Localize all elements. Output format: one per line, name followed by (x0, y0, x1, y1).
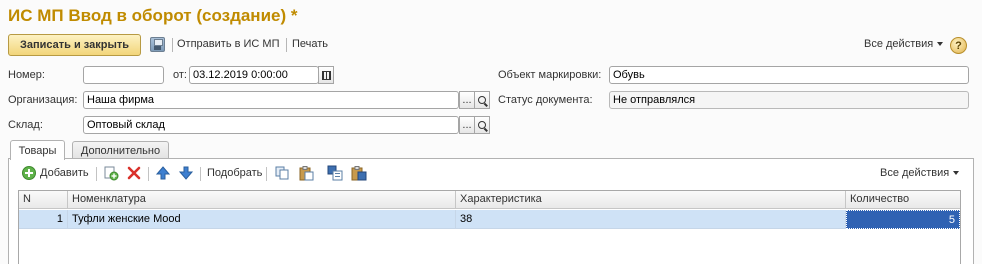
pick-button[interactable]: Подобрать (207, 167, 262, 179)
window-title: ИС МП Ввод в оборот (создание) * (8, 6, 298, 25)
table-cell-n[interactable]: 1 (19, 210, 68, 229)
add-icon[interactable] (21, 165, 37, 181)
grid-all-actions-label: Все действия (880, 167, 950, 179)
column-header-n[interactable]: N (19, 191, 68, 209)
toolbar-separator (200, 167, 201, 181)
doc-status-label: Статус документа: (498, 94, 593, 106)
calendar-icon (321, 70, 331, 80)
date-field[interactable]: 03.12.2019 0:00:00 (189, 66, 319, 84)
warehouse-open-button[interactable] (474, 116, 490, 134)
paste-icon[interactable] (298, 165, 314, 181)
doc-status-field: Не отправлялся (609, 91, 969, 109)
copy-to-clipboard-icon[interactable] (327, 165, 343, 181)
toolbar-separator (286, 38, 287, 52)
organization-select-button[interactable]: ... (459, 91, 475, 109)
add-row-button[interactable]: Добавить (40, 167, 89, 179)
column-header-nomenclature[interactable]: Номенклатура (68, 191, 456, 209)
delete-icon[interactable] (126, 165, 142, 181)
warehouse-field[interactable]: Оптовый склад (83, 116, 459, 134)
toolbar-separator (148, 167, 149, 181)
toolbar-separator (96, 167, 97, 181)
warehouse-select-button[interactable]: ... (459, 116, 475, 134)
calendar-button[interactable] (318, 66, 334, 84)
save-and-close-button[interactable]: Записать и закрыть (8, 34, 141, 56)
table-cell-characteristic[interactable]: 38 (456, 210, 846, 229)
marking-object-field[interactable]: Обувь (609, 66, 969, 84)
goods-table[interactable]: N Номенклатура Характеристика Количество… (18, 190, 961, 264)
help-icon[interactable]: ? (950, 37, 967, 54)
column-header-characteristic[interactable]: Характеристика (456, 191, 846, 209)
organization-open-button[interactable] (474, 91, 490, 109)
grid-all-actions-menu[interactable]: Все действия (880, 167, 960, 179)
send-to-is-mp-button[interactable]: Отправить в ИС МП (177, 38, 279, 50)
number-field[interactable] (83, 66, 164, 84)
copy-icon[interactable] (274, 165, 290, 181)
table-cell-quantity[interactable]: 5 (846, 210, 960, 229)
column-header-quantity[interactable]: Количество (846, 191, 960, 209)
chevron-down-icon (953, 171, 960, 176)
marking-object-label: Объект маркировки: (498, 69, 602, 81)
organization-field[interactable]: Наша фирма (83, 91, 459, 109)
all-actions-menu[interactable]: Все действия (864, 38, 944, 50)
toolbar-separator (172, 38, 173, 52)
warehouse-label: Склад: (8, 119, 43, 131)
paste-from-clipboard-icon[interactable] (351, 165, 367, 181)
number-label: Номер: (8, 69, 45, 81)
chevron-down-icon (937, 42, 944, 47)
search-icon (478, 96, 486, 104)
move-down-icon[interactable] (178, 165, 194, 181)
save-icon[interactable] (150, 37, 165, 52)
tab-goods[interactable]: Товары (10, 140, 65, 160)
tab-additional[interactable]: Дополнительно (72, 141, 169, 159)
search-icon (478, 121, 486, 129)
date-label: от: (173, 69, 187, 81)
toolbar-separator (266, 167, 267, 181)
all-actions-label: Все действия (864, 38, 934, 50)
organization-label: Организация: (8, 94, 78, 106)
print-button[interactable]: Печать (292, 38, 328, 50)
copy-row-icon[interactable] (103, 165, 119, 181)
table-cell-nomenclature[interactable]: Туфли женские Mood (68, 210, 456, 229)
move-up-icon[interactable] (155, 165, 171, 181)
